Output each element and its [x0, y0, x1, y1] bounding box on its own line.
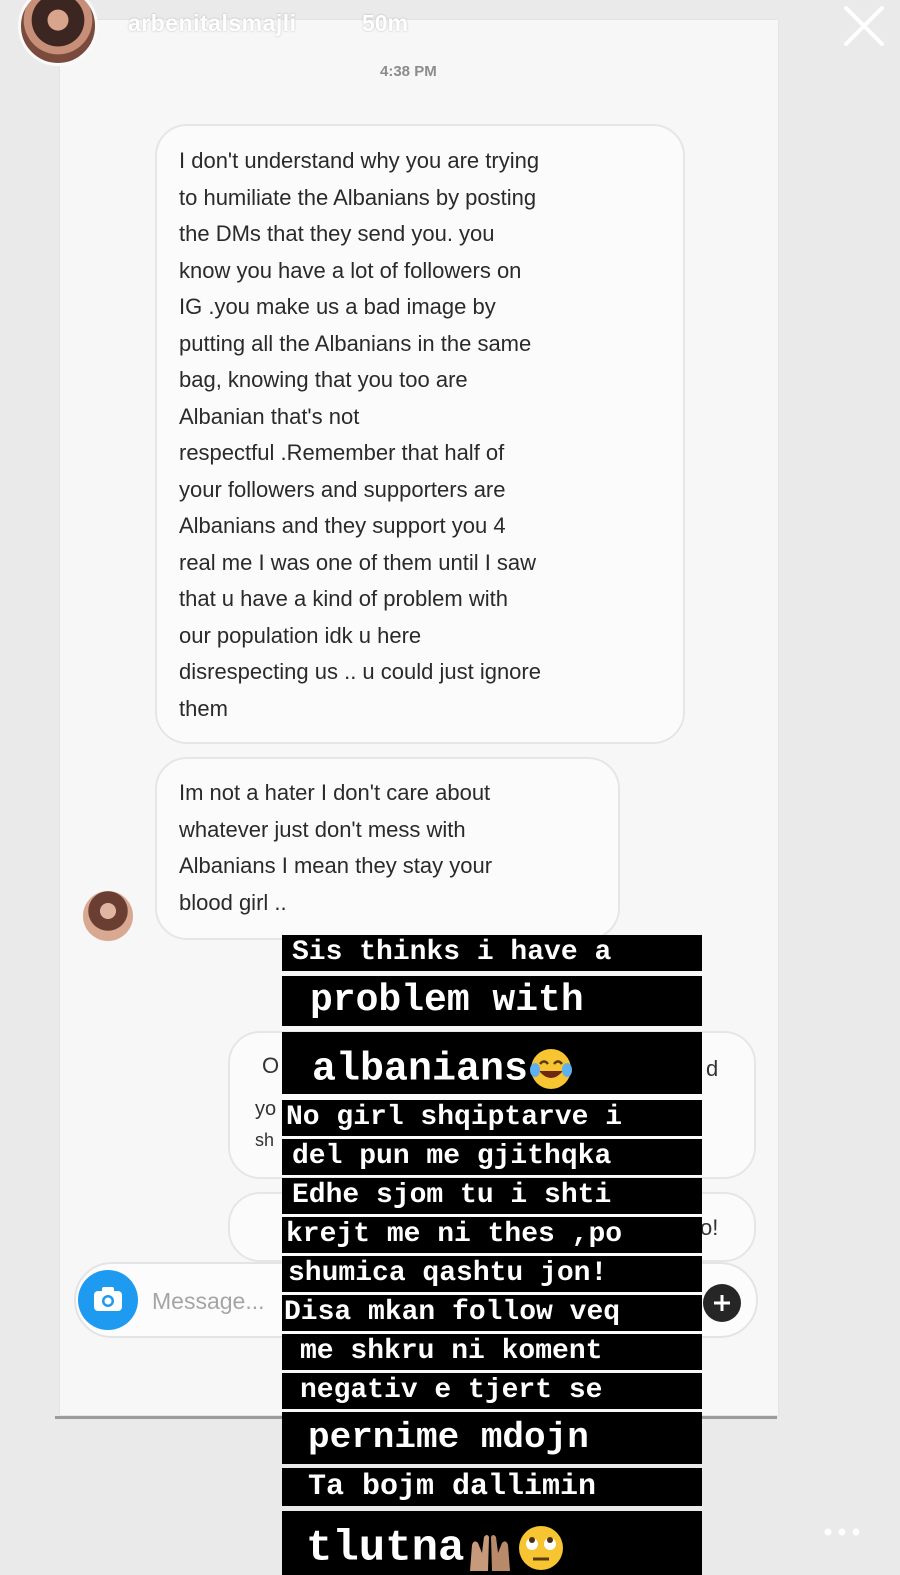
message-bubble: I don't understand why you are trying to… [155, 124, 685, 744]
camera-button[interactable] [78, 1270, 138, 1330]
face-with-rolling-eyes-icon [519, 1526, 564, 1570]
sticker-text: tlutna [306, 1523, 465, 1574]
sticker-text: albanians [312, 1047, 529, 1093]
plus-button[interactable] [703, 1284, 741, 1322]
more-icon[interactable] [818, 1520, 866, 1544]
reply-fragment: d [706, 1056, 719, 1081]
sticker-text-line: krejt me ni thes ,po [282, 1217, 702, 1253]
close-icon[interactable] [840, 2, 888, 50]
face-with-tears-of-joy-icon [530, 1049, 573, 1089]
sticker-text-line: negativ e tjert se [282, 1373, 702, 1409]
reply-fragment: yo [255, 1098, 277, 1120]
story-viewer: arbenitalsmajli 50m 4:38 PM I don't unde… [0, 0, 900, 1575]
sticker-text-line: tlutna [282, 1511, 702, 1575]
sticker-text-line: Sis thinks i have a [282, 935, 702, 971]
sticker-text-line: Disa mkan follow veq [282, 1295, 702, 1331]
story-username[interactable]: arbenitalsmajli [128, 10, 297, 37]
sticker-text-line: problem with [282, 976, 702, 1026]
dm-timestamp: 4:38 PM [380, 63, 437, 80]
sticker-text-line: del pun me gjithqka [282, 1139, 702, 1175]
reply-fragment: O [262, 1053, 280, 1078]
plus-icon [714, 1295, 730, 1311]
sticker-text-line: albanians [282, 1032, 702, 1094]
camera-icon [94, 1287, 122, 1311]
sticker-text-line: pernime mdojn [282, 1412, 702, 1464]
story-time: 50m [362, 10, 409, 36]
raised-hands-icon [470, 1535, 511, 1571]
sticker-text-line: No girl shqiptarve i [282, 1100, 702, 1136]
sticker-text-line: shumica qashtu jon! [282, 1256, 702, 1292]
message-input[interactable] [152, 1284, 282, 1318]
sticker-text-line: me shkru ni koment [282, 1334, 702, 1370]
reply-fragment: o! [700, 1215, 719, 1240]
message-bubble: Im not a hater I don't care about whatev… [155, 757, 620, 940]
sticker-text-line: Ta bojm dallimin [282, 1468, 702, 1506]
avatar [83, 891, 133, 941]
reply-fragment: sh [255, 1130, 275, 1150]
sticker-text-line: Edhe sjom tu i shti [282, 1178, 702, 1214]
